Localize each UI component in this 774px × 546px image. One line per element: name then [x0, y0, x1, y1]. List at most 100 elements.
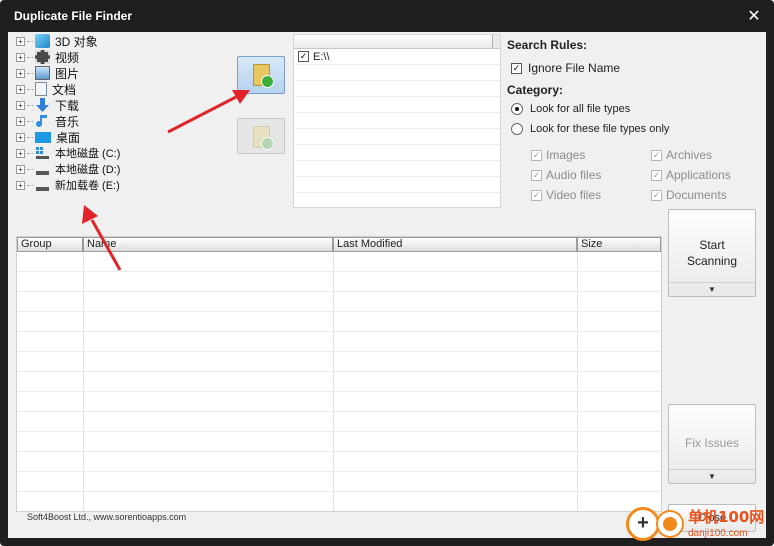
column-size[interactable]: Size: [577, 237, 661, 252]
search-rules-panel: Search Rules: ✓ Ignore File Name Categor…: [507, 32, 766, 208]
documents-label: Documents: [666, 188, 727, 202]
documents-checkbox[interactable]: ✓: [651, 189, 662, 201]
watermark-plus-icon: +: [626, 507, 660, 541]
table-row[interactable]: [17, 452, 661, 472]
expand-icon[interactable]: +: [16, 164, 25, 174]
folder-tree[interactable]: + 3D 对象 + 视频 + 图片 + 文档 + 下载 + 音乐 + 桌面 + …: [12, 32, 230, 208]
tree-item-label: 下载: [55, 98, 80, 113]
3d-objects-icon: [35, 34, 50, 48]
applications-checkbox[interactable]: ✓: [651, 169, 662, 181]
table-row[interactable]: [17, 392, 661, 412]
images-checkbox[interactable]: ✓: [531, 149, 542, 161]
video-checkbox[interactable]: ✓: [531, 189, 542, 201]
look-these-radio[interactable]: [511, 123, 523, 135]
type-images[interactable]: ✓ Images: [531, 148, 585, 162]
ignore-file-name-label: Ignore File Name: [528, 61, 621, 75]
table-row[interactable]: [17, 292, 661, 312]
column-name[interactable]: Name: [83, 237, 333, 252]
app-window: Duplicate File Finder ✕ + 3D 对象 + 视频 + 图…: [0, 0, 774, 546]
remove-folder-icon: [253, 126, 274, 150]
table-row[interactable]: [17, 372, 661, 392]
results-table[interactable]: Group Name Last Modified Size: [16, 236, 662, 512]
tree-item-label: 本地磁盘 (D:): [55, 164, 121, 176]
remove-folder-button[interactable]: [237, 118, 285, 154]
audio-checkbox[interactable]: ✓: [531, 169, 542, 181]
selected-folders-list[interactable]: ✓ E:\\: [293, 34, 501, 208]
tree-item-label: 本地磁盘 (C:): [55, 148, 121, 160]
column-group[interactable]: Group: [17, 237, 83, 252]
start-scanning-button[interactable]: Start Scanning ▼: [668, 209, 756, 297]
type-documents[interactable]: ✓ Documents: [651, 188, 727, 202]
client-area: + 3D 对象 + 视频 + 图片 + 文档 + 下载 + 音乐 + 桌面 + …: [8, 32, 766, 538]
music-icon: [35, 114, 50, 128]
tree-item-3d-objects[interactable]: + 3D 对象: [16, 33, 98, 49]
footer-credits: Soft4Boost Ltd., www.sorentioapps.com: [27, 512, 187, 522]
tree-item-pictures[interactable]: + 图片: [16, 65, 79, 81]
look-these-option[interactable]: Look for these file types only: [511, 123, 669, 135]
table-row[interactable]: [17, 272, 661, 292]
expand-icon[interactable]: +: [16, 36, 25, 46]
tree-item-downloads[interactable]: + 下载: [16, 97, 79, 113]
applications-label: Applications: [666, 168, 731, 182]
ignore-file-name-option[interactable]: ✓ Ignore File Name: [511, 61, 620, 75]
expand-icon[interactable]: +: [16, 132, 25, 142]
table-row[interactable]: [17, 252, 661, 272]
expand-icon[interactable]: +: [16, 180, 25, 190]
title-bar: Duplicate File Finder ✕: [0, 0, 774, 32]
expand-icon[interactable]: +: [16, 148, 25, 158]
drive-icon: [35, 146, 50, 160]
documents-icon: [35, 82, 47, 96]
close-icon[interactable]: ✕: [746, 6, 762, 26]
window-title: Duplicate File Finder: [14, 9, 133, 23]
look-all-radio[interactable]: [511, 103, 523, 115]
table-row[interactable]: [17, 412, 661, 432]
folder-checkbox[interactable]: ✓: [298, 51, 309, 62]
table-row[interactable]: [17, 472, 661, 492]
fix-issues-button[interactable]: Fix Issues ▼: [668, 404, 756, 484]
watermark-dot-icon: [658, 512, 682, 536]
tree-item-drive-d[interactable]: + 本地磁盘 (D:): [16, 161, 120, 177]
expand-icon[interactable]: +: [16, 84, 25, 94]
tree-item-music[interactable]: + 音乐: [16, 113, 79, 129]
watermark-logo: + 单机100网 danji100.com: [624, 504, 772, 544]
folder-row[interactable]: ✓ E:\\: [294, 49, 500, 65]
expand-icon[interactable]: +: [16, 52, 25, 62]
tree-item-label: 新加载卷 (E:): [55, 180, 120, 192]
table-row[interactable]: [17, 352, 661, 372]
fix-issues-label: Fix Issues: [684, 436, 739, 450]
look-these-label: Look for these file types only: [530, 123, 670, 135]
ignore-file-name-checkbox[interactable]: ✓: [511, 62, 522, 74]
table-row[interactable]: [17, 332, 661, 352]
type-archives[interactable]: ✓ Archives: [651, 148, 712, 162]
tree-item-drive-c[interactable]: + 本地磁盘 (C:): [16, 145, 120, 161]
table-row[interactable]: [17, 312, 661, 332]
tree-item-label: 图片: [55, 66, 80, 81]
start-label-line1: Start: [699, 238, 725, 252]
type-audio[interactable]: ✓ Audio files: [531, 168, 601, 182]
tree-item-label: 桌面: [56, 130, 81, 145]
watermark-text: 单机100网: [688, 508, 765, 526]
expand-icon[interactable]: +: [16, 116, 25, 126]
tree-item-label: 视频: [55, 50, 80, 65]
tree-item-label: 3D 对象: [55, 34, 98, 49]
expand-icon[interactable]: +: [16, 100, 25, 110]
tree-item-drive-e[interactable]: + 新加载卷 (E:): [16, 177, 120, 193]
watermark-url: danji100.com: [688, 528, 748, 539]
type-applications[interactable]: ✓ Applications: [651, 168, 731, 182]
type-video[interactable]: ✓ Video files: [531, 188, 601, 202]
drive-icon: [35, 178, 50, 192]
expand-icon[interactable]: +: [16, 68, 25, 78]
video-label: Video files: [546, 188, 602, 202]
tree-item-documents[interactable]: + 文档: [16, 81, 76, 97]
pictures-icon: [35, 66, 50, 80]
add-folder-button[interactable]: [237, 56, 285, 94]
look-all-option[interactable]: Look for all file types: [511, 103, 630, 115]
table-row[interactable]: [17, 492, 661, 511]
start-dropdown-icon[interactable]: ▼: [669, 282, 755, 296]
table-row[interactable]: [17, 432, 661, 452]
tree-item-video[interactable]: + 视频: [16, 49, 79, 65]
archives-checkbox[interactable]: ✓: [651, 149, 662, 161]
fix-dropdown-icon[interactable]: ▼: [669, 469, 755, 483]
tree-item-desktop[interactable]: + 桌面: [16, 129, 80, 145]
column-last-modified[interactable]: Last Modified: [333, 237, 577, 252]
